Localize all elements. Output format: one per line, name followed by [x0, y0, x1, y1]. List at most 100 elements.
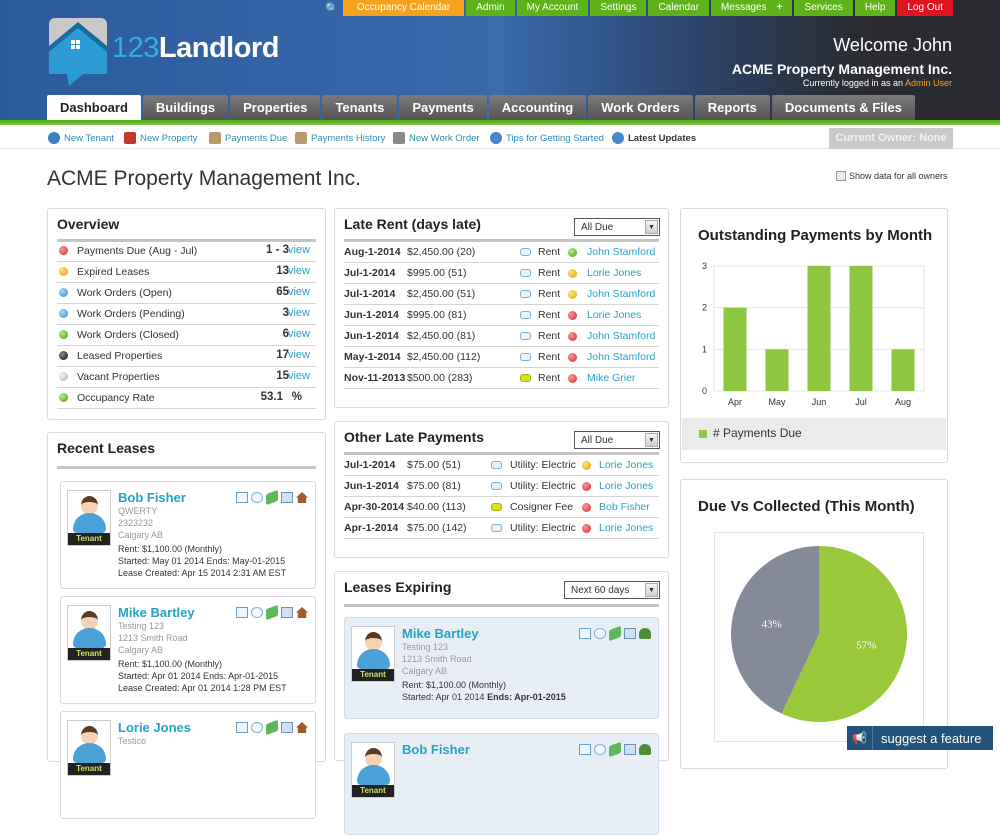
- tenant-link[interactable]: John Stamford: [587, 288, 655, 300]
- edit-document-icon[interactable]: [281, 722, 293, 733]
- chat-icon[interactable]: [594, 628, 606, 639]
- email-icon[interactable]: [236, 722, 248, 733]
- view-link[interactable]: view: [288, 349, 310, 361]
- tenant-link[interactable]: Bob Fisher: [599, 501, 650, 513]
- tenant-link[interactable]: Lorie Jones: [587, 267, 641, 279]
- tab-dashboard[interactable]: Dashboard: [47, 95, 141, 120]
- tenant-link[interactable]: John Stamford: [587, 246, 655, 258]
- money-icon[interactable]: [266, 489, 278, 506]
- topnav-my-account[interactable]: My Account: [516, 0, 589, 16]
- show-all-owners-checkbox[interactable]: [836, 171, 846, 181]
- topnav-settings[interactable]: Settings: [590, 0, 647, 16]
- search-icon[interactable]: 🔍: [321, 0, 343, 16]
- status-dot-red: [568, 311, 577, 320]
- chat-icon[interactable]: [251, 722, 263, 733]
- tenant-link[interactable]: Mike Grier: [587, 372, 635, 384]
- quicklink-tips-for-getting-started[interactable]: Tips for Getting Started: [490, 132, 604, 144]
- tenant-name-link[interactable]: Mike Bartley: [118, 605, 195, 620]
- new-message-plus-icon[interactable]: +: [777, 2, 783, 13]
- tab-buildings[interactable]: Buildings: [142, 95, 229, 120]
- tenant-link[interactable]: John Stamford: [587, 330, 655, 342]
- note-bubble-icon[interactable]: [520, 332, 531, 340]
- money-icon[interactable]: [609, 625, 621, 642]
- quicklink-new-property[interactable]: New Property: [124, 132, 198, 144]
- tenant-name-link[interactable]: Mike Bartley: [402, 626, 479, 641]
- tenant-link[interactable]: John Stamford: [587, 351, 655, 363]
- other-late-filter-select[interactable]: All Due ▼: [574, 431, 660, 449]
- tenant-avatar[interactable]: Tenant: [351, 626, 395, 682]
- topnav-services[interactable]: Services: [794, 0, 853, 16]
- suggest-feature-button[interactable]: 📢 suggest a feature: [847, 726, 993, 750]
- email-icon[interactable]: [236, 492, 248, 503]
- outstanding-payments-chart-panel: Outstanding Payments by Month 0 1 2 3 Apr May…: [680, 208, 948, 463]
- tab-accounting[interactable]: Accounting: [488, 95, 587, 120]
- note-bubble-icon[interactable]: [491, 482, 502, 490]
- email-icon[interactable]: [579, 628, 591, 639]
- tab-work-orders[interactable]: Work Orders: [588, 95, 693, 120]
- view-link[interactable]: view: [288, 370, 310, 382]
- property-home-icon[interactable]: [296, 607, 308, 618]
- tenant-name-link[interactable]: Bob Fisher: [118, 490, 186, 505]
- money-icon[interactable]: [266, 604, 278, 621]
- chat-icon[interactable]: [251, 492, 263, 503]
- tenant-name-link[interactable]: Lorie Jones: [118, 720, 191, 735]
- note-bubble-icon[interactable]: [520, 374, 531, 382]
- leases-expiring-filter-select[interactable]: Next 60 days ▼: [564, 581, 660, 599]
- edit-document-icon[interactable]: [281, 492, 293, 503]
- quicklink-new-tenant[interactable]: New Tenant: [48, 132, 114, 144]
- view-link[interactable]: view: [288, 265, 310, 277]
- amount-days-late: $75.00 (51): [407, 459, 461, 471]
- note-bubble-icon[interactable]: [491, 461, 502, 469]
- show-all-owners[interactable]: Show data for all owners: [836, 171, 948, 181]
- tab-documents-files[interactable]: Documents & Files: [771, 95, 915, 120]
- note-bubble-icon[interactable]: [520, 269, 531, 277]
- property-home-icon[interactable]: [296, 492, 308, 503]
- property-home-icon[interactable]: [296, 722, 308, 733]
- topnav-messages[interactable]: Messages +: [711, 0, 793, 16]
- tenant-link[interactable]: Lorie Jones: [599, 522, 653, 534]
- view-link[interactable]: view: [288, 307, 310, 319]
- topnav-occupancy-calendar[interactable]: Occupancy Calendar: [342, 0, 465, 16]
- edit-document-icon[interactable]: [624, 628, 636, 639]
- quicklink-payments-history[interactable]: Payments History: [295, 132, 385, 144]
- topnav-admin[interactable]: Admin: [466, 0, 515, 16]
- note-bubble-icon[interactable]: [520, 353, 531, 361]
- view-link[interactable]: view: [288, 328, 310, 340]
- note-bubble-icon[interactable]: [520, 311, 531, 319]
- tenant-link[interactable]: Lorie Jones: [599, 480, 653, 492]
- tab-tenants[interactable]: Tenants: [322, 95, 398, 120]
- quicklink-new-work-order[interactable]: New Work Order: [393, 132, 480, 144]
- bar-jun: [807, 266, 831, 391]
- current-owner-badge[interactable]: Current Owner: None: [829, 128, 953, 149]
- topnav-calendar[interactable]: Calendar: [648, 0, 710, 16]
- topnav-help[interactable]: Help: [854, 0, 896, 16]
- logo[interactable]: 123Landlord: [47, 16, 279, 88]
- tenant-link[interactable]: Lorie Jones: [599, 459, 653, 471]
- tenant-link[interactable]: Lorie Jones: [587, 309, 641, 321]
- quicklink-payments-due[interactable]: Payments Due: [209, 132, 287, 144]
- overview-row: Occupancy Rate 53.1%: [57, 388, 316, 409]
- topnav-label: Log Out: [907, 2, 943, 13]
- late-rent-filter-select[interactable]: All Due ▼: [574, 218, 660, 236]
- tenant-portal-icon[interactable]: [639, 628, 651, 639]
- view-link[interactable]: view: [288, 286, 310, 298]
- tab-properties[interactable]: Properties: [230, 95, 321, 120]
- topnav-log-out[interactable]: Log Out: [897, 0, 953, 16]
- tenant-avatar[interactable]: Tenant: [351, 742, 395, 798]
- tab-reports[interactable]: Reports: [694, 95, 770, 120]
- view-link[interactable]: view: [288, 244, 310, 256]
- email-icon[interactable]: [236, 607, 248, 618]
- note-bubble-icon[interactable]: [491, 524, 502, 532]
- tenant-avatar[interactable]: Tenant: [67, 605, 111, 661]
- admin-user-link[interactable]: Admin User: [905, 78, 952, 88]
- chat-icon[interactable]: [251, 607, 263, 618]
- money-icon[interactable]: [266, 719, 278, 736]
- tenant-avatar[interactable]: Tenant: [67, 490, 111, 546]
- tenant-avatar[interactable]: Tenant: [67, 720, 111, 776]
- edit-document-icon[interactable]: [281, 607, 293, 618]
- note-bubble-icon[interactable]: [520, 248, 531, 256]
- note-bubble-icon[interactable]: [520, 290, 531, 298]
- quicklink-latest-updates[interactable]: Latest Updates: [612, 132, 696, 144]
- note-bubble-icon[interactable]: [491, 503, 502, 511]
- tab-payments[interactable]: Payments: [399, 95, 487, 120]
